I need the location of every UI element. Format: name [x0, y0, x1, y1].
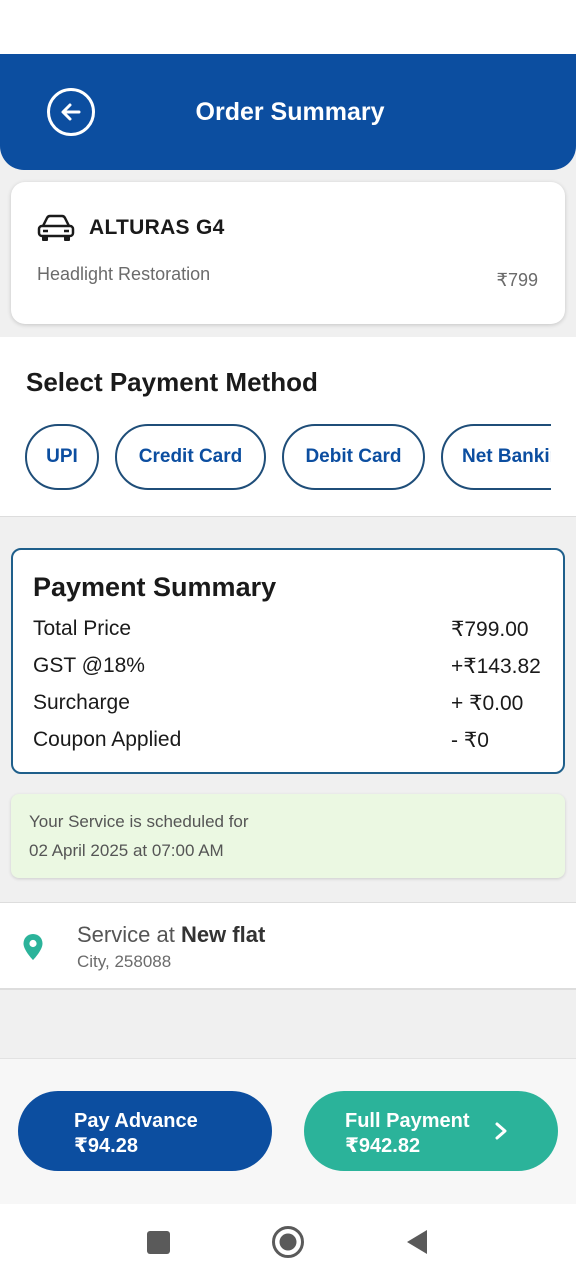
pay-advance-label: Pay Advance	[74, 1110, 198, 1132]
app-header: Order Summary	[0, 54, 576, 170]
address-detail: City, 258088	[77, 952, 172, 971]
service-address[interactable]: Service at New flat City, 258088	[0, 902, 576, 990]
summary-value: ₹799.00	[451, 618, 529, 641]
location-pin-icon	[23, 934, 43, 960]
chevron-right-icon	[495, 1122, 507, 1140]
pay-advance-button[interactable]: Pay Advance ₹94.28	[18, 1091, 272, 1171]
recents-icon[interactable]	[147, 1231, 170, 1254]
schedule-label: Your Service is scheduled for	[29, 812, 249, 831]
summary-row-coupon: Coupon Applied - ₹0	[33, 728, 543, 758]
payment-summary-title: Payment Summary	[33, 572, 277, 602]
payment-options: UPI Credit Card Debit Card Net Banking	[25, 424, 551, 492]
vehicle-card: ALTURAS G4 Headlight Restoration ₹799	[11, 182, 565, 324]
schedule-notice: Your Service is scheduled for 02 April 2…	[11, 794, 565, 878]
full-payment-button[interactable]: Full Payment ₹942.82	[304, 1091, 558, 1171]
summary-label: GST @18%	[33, 654, 145, 677]
service-price: ₹799	[496, 270, 538, 290]
address-name: New flat	[180, 922, 266, 947]
payment-method-title: Select Payment Method	[26, 367, 318, 397]
vehicle-name: ALTURAS G4	[89, 216, 225, 239]
payment-option-upi[interactable]: UPI	[25, 424, 99, 490]
summary-label: Total Price	[33, 617, 132, 640]
system-nav-bar	[0, 1204, 576, 1280]
payment-option-credit-card[interactable]: Credit Card	[115, 424, 266, 490]
pay-advance-amount: ₹94.28	[74, 1135, 138, 1157]
payment-method-section: Select Payment Method UPI Credit Card De…	[0, 337, 576, 517]
summary-row-surcharge: Surcharge + ₹0.00	[33, 691, 543, 721]
address-prefix: Service at	[77, 922, 181, 947]
back-arrow-icon	[61, 103, 81, 121]
home-icon[interactable]	[271, 1225, 305, 1259]
back-button[interactable]	[47, 88, 95, 136]
full-payment-amount: ₹942.82	[345, 1135, 421, 1157]
full-payment-label: Full Payment	[345, 1110, 470, 1132]
status-bar	[0, 0, 576, 54]
schedule-datetime: 02 April 2025 at 07:00 AM	[29, 841, 224, 860]
payment-actions: Pay Advance ₹94.28 Full Payment ₹942.82	[0, 1058, 576, 1204]
summary-row-gst: GST @18% +₹143.82	[33, 654, 543, 684]
car-icon	[37, 214, 75, 241]
summary-value: + ₹0.00	[451, 692, 524, 715]
service-name: Headlight Restoration	[37, 264, 211, 284]
back-icon[interactable]	[405, 1228, 429, 1256]
summary-label: Surcharge	[33, 691, 130, 714]
summary-row-total: Total Price ₹799.00	[33, 617, 543, 647]
address-title: Service at New flat	[77, 922, 265, 948]
payment-option-debit-card[interactable]: Debit Card	[282, 424, 425, 490]
summary-value: +₹143.82	[451, 655, 541, 678]
summary-label: Coupon Applied	[33, 728, 182, 751]
payment-option-net-banking[interactable]: Net Banking	[441, 424, 551, 490]
payment-summary-card: Payment Summary Total Price ₹799.00 GST …	[11, 548, 565, 774]
summary-value: - ₹0	[451, 729, 489, 752]
